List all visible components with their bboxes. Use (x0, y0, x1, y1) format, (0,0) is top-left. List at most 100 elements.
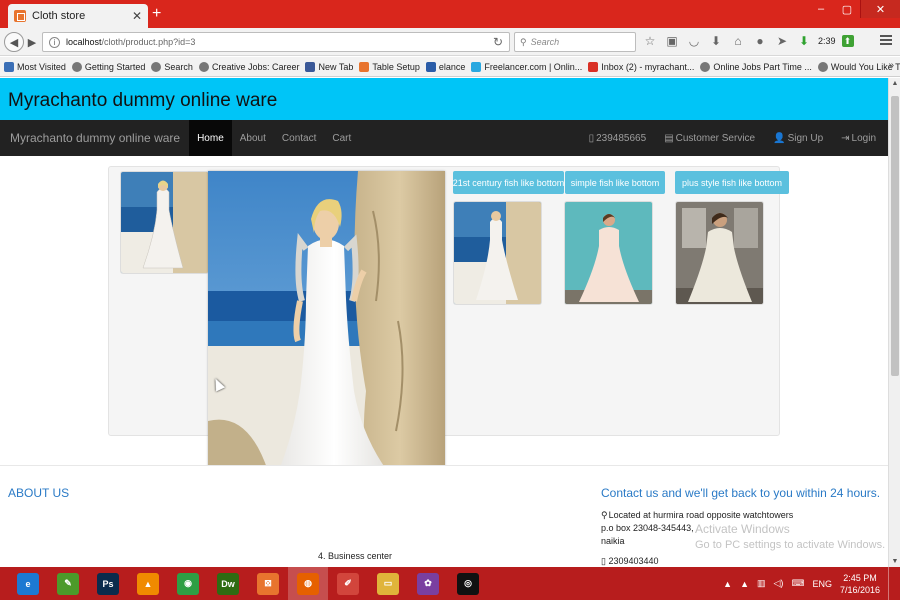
tray-expand-icon[interactable]: ▲ (723, 579, 732, 589)
send-icon[interactable]: ➤ (774, 34, 790, 48)
url-path: /cloth/product.php?id=3 (101, 37, 196, 47)
taskbar-app-button[interactable]: ✿ (408, 567, 448, 600)
user-icon: 👤 (773, 132, 786, 144)
navbar-brand[interactable]: Myrachanto dummy online ware (10, 131, 180, 145)
nav-login[interactable]: ⇥ Login (841, 133, 876, 144)
chat-icon[interactable]: ● (752, 34, 768, 48)
globe-icon (71, 61, 82, 72)
bookmarks-more-icon[interactable]: » (888, 60, 894, 71)
scrollbar-thumb[interactable] (891, 96, 899, 376)
notepad-icon: ✎ (57, 572, 79, 595)
taskbar-app-button[interactable]: ◉ (168, 567, 208, 600)
taskbar-app-button[interactable]: ✎ (48, 567, 88, 600)
bookmark-item[interactable]: Creative Jobs: Career (198, 61, 299, 72)
downloads-icon[interactable]: ⬇ (708, 34, 724, 48)
menu-icon[interactable] (880, 35, 892, 45)
bookmark-item[interactable]: Most Visited (4, 61, 66, 72)
taskbar-app-button[interactable]: ◎ (448, 567, 488, 600)
extension-icon[interactable]: ⬆ (841, 35, 854, 47)
related-product-thumb-1[interactable] (453, 201, 542, 305)
volume-icon[interactable]: ◁) (774, 578, 784, 589)
globe-icon (198, 61, 209, 72)
site-jumbotron: Myrachanto dummy online ware (0, 78, 888, 120)
show-desktop-button[interactable] (888, 567, 894, 600)
gmail-icon (588, 61, 599, 72)
url-host: localhost (66, 37, 102, 47)
dress-photo-related-1 (454, 202, 541, 304)
taskbar-app-button[interactable]: ◍ (288, 567, 328, 600)
bookmark-star-icon[interactable]: ☆ (642, 34, 658, 48)
bookmark-item[interactable]: Online Jobs Part Time ... (700, 61, 812, 72)
nav-contact[interactable]: Contact (274, 120, 324, 156)
url-bar[interactable]: i localhost/cloth/product.php?id=3 ↻ (42, 32, 510, 52)
new-tab-button[interactable]: + (152, 5, 161, 23)
tab-close-icon[interactable]: ✕ (132, 9, 142, 23)
taskbar-app-button[interactable]: e (8, 567, 48, 600)
bookmark-item[interactable]: Freelancer.com | Onlin... (471, 61, 582, 72)
pocket-icon[interactable]: ◡ (686, 34, 702, 48)
nav-cart[interactable]: Cart (324, 120, 359, 156)
related-product-button-3[interactable]: plus style fish like bottom (675, 171, 789, 194)
minimize-button[interactable]: – (808, 0, 834, 18)
taskbar-app-button[interactable]: ⊠ (248, 567, 288, 600)
info-icon[interactable]: i (49, 36, 60, 48)
dress-photo-related-2 (565, 202, 652, 304)
taskbar-app-button[interactable]: ▲ (128, 567, 168, 600)
bookmark-item[interactable]: Search (151, 61, 193, 72)
scroll-up-icon[interactable]: ▲ (891, 80, 899, 87)
language-indicator[interactable]: ENG (812, 579, 832, 589)
bookmark-item[interactable]: Inbox (2) - myrachant... (588, 61, 694, 72)
home-icon[interactable]: ⌂ (730, 34, 746, 48)
bookmark-label: Table Setup (372, 61, 420, 72)
taskbar-app-button[interactable]: ▭ (368, 567, 408, 600)
clock[interactable]: 2:45 PM 7/16/2016 (840, 572, 880, 596)
bookmark-item[interactable]: Getting Started (71, 61, 145, 72)
site-footer: ABOUT US Contact us and we'll get back t… (0, 465, 888, 567)
vlc-tray-icon[interactable]: ▲ (740, 579, 749, 589)
search-placeholder: Search (530, 37, 560, 47)
browser-tab[interactable]: Cloth store ✕ (8, 4, 148, 28)
related-product-button-1[interactable]: 21st century fish like bottom (453, 171, 564, 194)
bookmark-label: elance (438, 61, 466, 72)
related-product-thumb-2[interactable] (564, 201, 653, 305)
network-icon[interactable]: ▥ (757, 578, 766, 589)
related-product-button-2[interactable]: simple fish like bottom (565, 171, 665, 194)
firefox-icon: ◍ (297, 572, 319, 595)
taskbar-app-button[interactable]: Dw (208, 567, 248, 600)
window-controls: – ▢ ✕ (808, 0, 900, 20)
maximize-button[interactable]: ▢ (834, 0, 860, 18)
nav-home[interactable]: Home (189, 120, 232, 156)
bookmark-item[interactable]: New Tab (305, 61, 353, 72)
page-scrollbar[interactable]: ▲ ▼ (888, 78, 900, 567)
related-product-thumb-3[interactable] (675, 201, 764, 305)
bookmark-item[interactable]: elance (425, 61, 466, 72)
download-progress-icon[interactable]: ⬇ (796, 34, 812, 48)
scroll-down-icon[interactable]: ▼ (891, 558, 899, 565)
system-tray: ▲ ▲ ▥ ◁) ⌨ ENG 2:45 PM 7/16/2016 (723, 567, 894, 600)
xampp-icon: ⊠ (257, 572, 279, 595)
dress-photo-small (121, 172, 208, 273)
nav-customer-service[interactable]: ▤ Customer Service (664, 133, 755, 144)
nav-about[interactable]: About (232, 120, 274, 156)
search-input[interactable]: ⚲ Search (514, 32, 636, 52)
keyboard-icon[interactable]: ⌨ (791, 578, 804, 589)
forward-button-icon[interactable]: ▶ (24, 34, 40, 50)
freelancer-icon (471, 61, 482, 72)
bookmark-item[interactable]: Table Setup (359, 61, 420, 72)
window-close-button[interactable]: ✕ (860, 0, 900, 18)
clock-time: 2:45 PM (843, 572, 877, 583)
back-button-icon[interactable]: ◀ (4, 32, 24, 52)
globe-icon (151, 61, 162, 72)
paint-icon: ✐ (337, 572, 359, 595)
nav-sign-up[interactable]: 👤 Sign Up (773, 133, 823, 144)
taskbar-app-button[interactable]: ✐ (328, 567, 368, 600)
vlc-icon: ▲ (137, 572, 159, 595)
reload-icon[interactable]: ↻ (493, 35, 503, 49)
product-thumbnail[interactable] (120, 171, 209, 274)
nav-phone[interactable]: ▯ 239485665 (589, 133, 647, 144)
reading-list-icon[interactable]: ▣ (664, 34, 680, 48)
nav-login-label: Login (851, 132, 876, 144)
picasa-icon: ✿ (417, 572, 439, 595)
taskbar-app-button[interactable]: Ps (88, 567, 128, 600)
dreamweaver-icon: Dw (217, 572, 239, 595)
